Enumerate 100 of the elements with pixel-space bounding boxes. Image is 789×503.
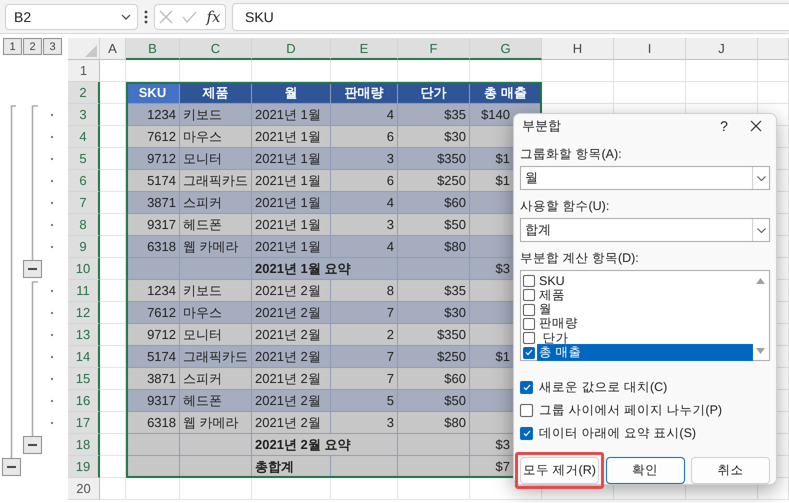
checkbox[interactable] bbox=[523, 289, 535, 302]
table-cell: 4 bbox=[331, 192, 398, 214]
dialog-button[interactable]: 확인 bbox=[606, 457, 684, 484]
checkbox[interactable] bbox=[523, 318, 535, 330]
checkbox[interactable] bbox=[523, 275, 535, 287]
row-header[interactable]: 16 bbox=[68, 390, 100, 412]
table-cell: 7 bbox=[331, 368, 398, 390]
checkbox[interactable] bbox=[520, 380, 533, 394]
scroll-down-icon[interactable] bbox=[756, 348, 764, 354]
table-cell: 8 bbox=[331, 280, 398, 302]
list-item[interactable]: 단가 bbox=[537, 330, 570, 347]
table-cell: 9712 bbox=[126, 148, 180, 170]
column-header[interactable]: I bbox=[614, 38, 686, 60]
table-cell: 4 bbox=[331, 236, 398, 258]
formula-field[interactable]: SKU bbox=[232, 2, 789, 30]
table-cell: 6 bbox=[331, 170, 398, 192]
row-header[interactable]: 5 bbox=[68, 148, 100, 170]
checkbox[interactable] bbox=[523, 304, 535, 316]
row-header[interactable]: 18 bbox=[68, 434, 100, 456]
check-icon bbox=[522, 384, 530, 390]
checkbox[interactable] bbox=[523, 346, 535, 359]
checkbox[interactable] bbox=[520, 426, 533, 440]
close-icon[interactable] bbox=[750, 120, 762, 132]
row-header[interactable]: 8 bbox=[68, 214, 100, 236]
row-header[interactable]: 17 bbox=[68, 412, 100, 434]
outline-level-button[interactable]: 3 bbox=[43, 38, 62, 55]
row-header[interactable]: 11 bbox=[68, 280, 100, 302]
table-cell: 4 bbox=[331, 104, 398, 126]
table-cell: 6 bbox=[331, 126, 398, 148]
collapse-button[interactable] bbox=[23, 436, 42, 454]
row-header[interactable]: 14 bbox=[68, 346, 100, 368]
row-header[interactable]: 7 bbox=[68, 192, 100, 214]
header-cell[interactable]: 제품 bbox=[180, 82, 252, 104]
collapse-button[interactable] bbox=[23, 260, 42, 278]
table-cell: 웹 카메라 bbox=[180, 412, 252, 434]
column-header[interactable]: J bbox=[686, 38, 758, 60]
outline-level-button[interactable]: 2 bbox=[23, 38, 42, 55]
dialog-button[interactable]: 취소 bbox=[691, 457, 770, 484]
row-header[interactable]: 10 bbox=[68, 258, 100, 280]
row-header[interactable]: 6 bbox=[68, 170, 100, 192]
insert-function-button[interactable]: fx bbox=[206, 8, 220, 26]
table-cell: 2021년 2월 bbox=[252, 412, 331, 434]
table-cell: 2 bbox=[331, 324, 398, 346]
dialog-button[interactable]: 모두 제거(R) bbox=[520, 457, 599, 484]
column-header[interactable]: F bbox=[398, 38, 470, 60]
row-header[interactable]: 20 bbox=[68, 478, 100, 500]
row-header[interactable]: 4 bbox=[68, 126, 100, 148]
header-cell[interactable]: 판매량 bbox=[331, 82, 398, 104]
column-header[interactable]: E bbox=[331, 38, 398, 60]
table-cell: 스피커 bbox=[180, 192, 252, 214]
table-cell: 2021년 1월 bbox=[252, 236, 331, 258]
checkbox[interactable] bbox=[523, 332, 535, 344]
function-dropdown[interactable]: 합계 bbox=[520, 218, 770, 242]
row-header[interactable]: 13 bbox=[68, 324, 100, 346]
row-header[interactable]: 15 bbox=[68, 368, 100, 390]
column-header[interactable]: A bbox=[100, 38, 126, 60]
row-header[interactable]: 3 bbox=[68, 104, 100, 126]
table-cell: 마우스 bbox=[180, 126, 252, 148]
table-cell: 2021년 2월 bbox=[252, 368, 331, 390]
column-header[interactable]: C bbox=[180, 38, 252, 60]
column-header[interactable]: G bbox=[470, 38, 542, 60]
list-item[interactable]: 제품 bbox=[537, 286, 567, 304]
table-cell: 총합계 bbox=[252, 456, 331, 478]
row-header[interactable]: 1 bbox=[68, 60, 100, 82]
table-cell: 1234 bbox=[126, 104, 180, 126]
option-label[interactable]: 새로운 값으로 대치(C) bbox=[539, 378, 668, 396]
column-header[interactable]: B bbox=[126, 38, 180, 60]
header-cell[interactable]: 단가 bbox=[398, 82, 470, 104]
table-cell: 7612 bbox=[126, 126, 180, 148]
list-item[interactable]: 총 매출 bbox=[537, 344, 753, 362]
row-header[interactable]: 12 bbox=[68, 302, 100, 324]
name-box[interactable]: B2 bbox=[5, 4, 138, 30]
option-label[interactable]: 데이터 아래에 요약 표시(S) bbox=[539, 424, 696, 442]
chevron-icon bbox=[756, 176, 766, 180]
collapse-button[interactable] bbox=[2, 458, 21, 476]
check-icon[interactable] bbox=[182, 10, 198, 22]
table-cell: $80 bbox=[398, 412, 470, 434]
table-cell: $50 bbox=[398, 214, 470, 236]
table-cell: 그래픽카드 bbox=[180, 346, 252, 368]
header-cell[interactable]: 월 bbox=[252, 82, 331, 104]
table-cell: 모니터 bbox=[180, 148, 252, 170]
group-by-dropdown[interactable]: 월 bbox=[520, 166, 770, 190]
table-cell: 3871 bbox=[126, 368, 180, 390]
table-cell: 마우스 bbox=[180, 302, 252, 324]
row-header[interactable]: 19 bbox=[68, 456, 100, 478]
table-cell: 2021년 2월 bbox=[252, 346, 331, 368]
table-cell: 3 bbox=[331, 148, 398, 170]
more-icon[interactable] bbox=[144, 10, 148, 24]
table-cell: 스피커 bbox=[180, 368, 252, 390]
row-header[interactable]: 9 bbox=[68, 236, 100, 258]
column-header[interactable]: H bbox=[542, 38, 614, 60]
column-header[interactable]: D bbox=[252, 38, 331, 60]
row-header[interactable]: 2 bbox=[68, 82, 100, 104]
table-cell: $60 bbox=[398, 368, 470, 390]
checkbox[interactable] bbox=[520, 404, 533, 416]
empty-cell bbox=[398, 478, 470, 500]
help-button[interactable]: ? bbox=[712, 118, 736, 134]
outline-level-button[interactable]: 1 bbox=[3, 38, 22, 55]
option-label[interactable]: 그룹 사이에서 페이지 나누기(P) bbox=[539, 402, 722, 418]
scroll-up-icon[interactable] bbox=[756, 278, 764, 284]
